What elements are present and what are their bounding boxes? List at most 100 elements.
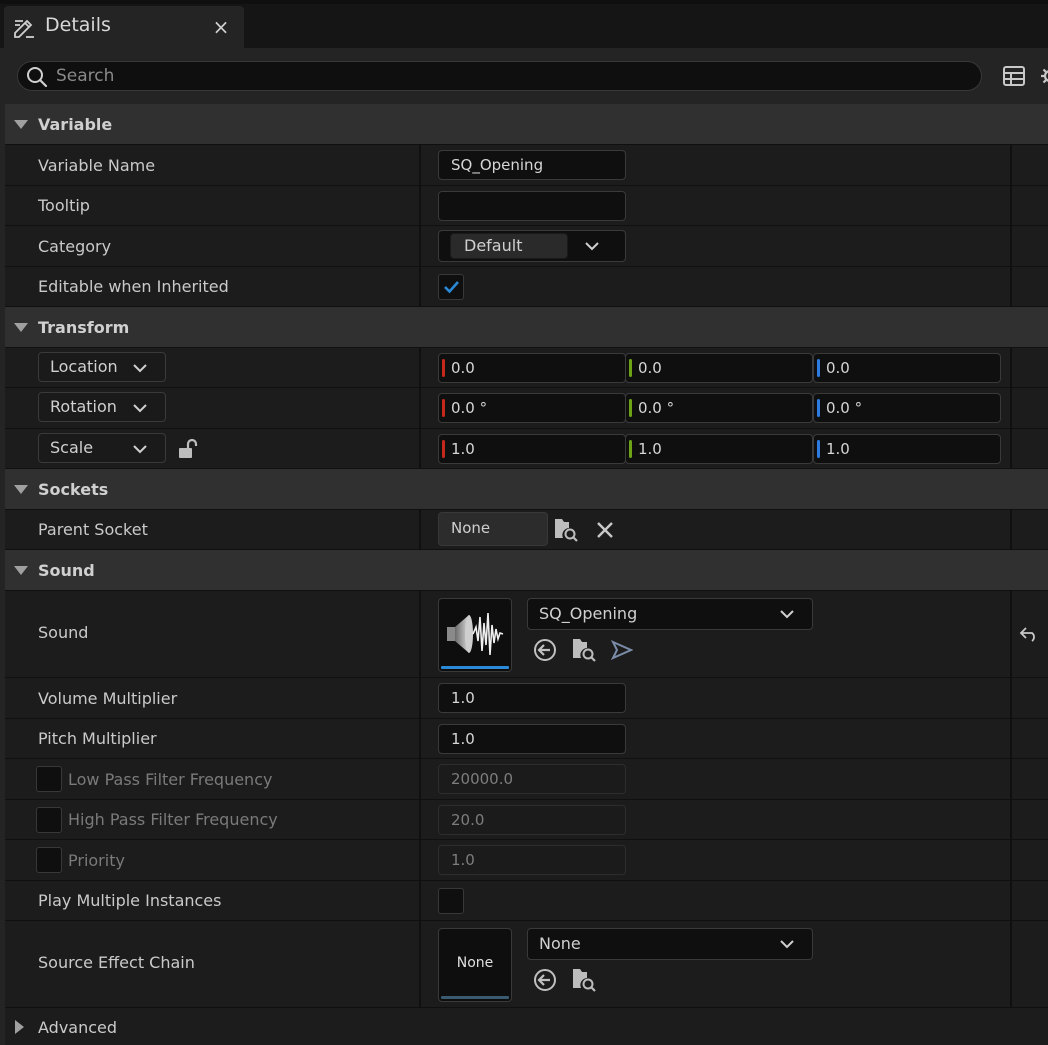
scale-y-field[interactable]: 1.0 (625, 434, 813, 464)
tooltip-field[interactable] (438, 191, 626, 221)
category-variable[interactable]: Variable (5, 104, 1048, 145)
high-pass-override-checkbox[interactable] (36, 807, 62, 833)
scale-mode-dropdown[interactable]: Scale (38, 433, 166, 463)
search-input[interactable] (56, 62, 956, 90)
row-parent-socket: Parent Socket None (5, 510, 1048, 550)
priority-override-checkbox[interactable] (36, 847, 62, 873)
property-label: Category (38, 237, 112, 256)
use-selected-arrow-icon[interactable] (533, 968, 557, 992)
sound-asset-dropdown[interactable]: SQ_Opening (527, 598, 813, 630)
category-sound[interactable]: Sound (5, 550, 1048, 591)
value-text: 0.0 ° (826, 399, 863, 417)
chevron-down-icon (133, 445, 147, 454)
x-axis-marker (442, 399, 445, 417)
scale-x-field[interactable]: 1.0 (438, 434, 626, 464)
property-label: Priority (68, 851, 125, 870)
category-value: Default (450, 233, 568, 259)
property-label: Variable Name (38, 156, 156, 175)
column-divider (1010, 800, 1012, 839)
x-axis-marker (442, 440, 445, 458)
value-text: 0.0 (826, 359, 850, 377)
property-label: Pitch Multiplier (38, 729, 157, 748)
effect-chain-dropdown[interactable]: None (527, 928, 813, 960)
unlock-icon[interactable] (177, 438, 199, 460)
rotation-x-field[interactable]: 0.0 ° (438, 393, 626, 423)
scale-z-field[interactable]: 1.0 (813, 434, 1001, 464)
details-tab[interactable]: Details × (4, 6, 244, 48)
play-multiple-instances-checkbox[interactable] (438, 888, 464, 914)
category-title: Sockets (38, 480, 109, 499)
column-divider (419, 186, 421, 225)
property-label: Tooltip (38, 196, 90, 215)
location-z-field[interactable]: 0.0 (813, 353, 1001, 383)
property-label: Parent Socket (38, 520, 148, 539)
parent-socket-button[interactable]: None (438, 512, 548, 546)
column-divider (419, 881, 421, 920)
column-divider (419, 267, 421, 306)
dropdown-label: Rotation (50, 397, 117, 416)
sound-thumbnail[interactable] (438, 598, 512, 672)
search-box[interactable] (17, 61, 982, 91)
category-transform[interactable]: Transform (5, 307, 1048, 348)
effect-chain-thumbnail[interactable]: None (438, 928, 512, 1002)
dropdown-label: Location (50, 357, 118, 376)
column-divider (1010, 388, 1012, 428)
rotation-mode-dropdown[interactable]: Rotation (38, 392, 166, 422)
row-volume-multiplier: Volume Multiplier 1.0 (5, 678, 1048, 719)
property-label: Volume Multiplier (38, 689, 178, 708)
column-divider (419, 145, 421, 185)
rotation-y-field[interactable]: 0.0 ° (625, 393, 813, 423)
location-mode-dropdown[interactable]: Location (38, 352, 166, 382)
category-dropdown[interactable]: Default (438, 230, 626, 262)
row-rotation: Rotation 0.0 ° 0.0 ° 0.0 ° (5, 388, 1048, 429)
value-text: 0.0 ° (638, 399, 675, 417)
checkmark-icon (444, 281, 459, 294)
category-title: Transform (38, 318, 130, 337)
thumbnail-label: None (456, 955, 494, 971)
y-axis-marker (629, 399, 632, 417)
row-play-multiple-instances: Play Multiple Instances (5, 881, 1048, 921)
tab-title: Details (45, 14, 111, 36)
column-divider (1010, 510, 1012, 549)
clear-icon[interactable] (595, 520, 615, 540)
asset-name: None (539, 934, 581, 953)
asset-name: SQ_Opening (539, 604, 638, 623)
close-icon[interactable]: × (210, 16, 232, 38)
value-text: 1.0 (826, 440, 850, 458)
variable-name-field[interactable]: SQ_Opening (438, 150, 626, 180)
reset-to-default-icon[interactable] (1019, 626, 1039, 642)
advanced-section[interactable]: Advanced (5, 1008, 1048, 1045)
z-axis-marker (817, 440, 820, 458)
collapse-arrow-icon (14, 485, 28, 494)
low-pass-override-checkbox[interactable] (36, 766, 62, 792)
browse-folder-icon[interactable] (553, 516, 579, 542)
property-label: Source Effect Chain (38, 953, 195, 972)
chevron-down-icon (585, 242, 599, 251)
column-divider (419, 759, 421, 799)
low-pass-frequency-field: 20000.0 (438, 764, 626, 794)
pitch-multiplier-field[interactable]: 1.0 (438, 724, 626, 754)
x-axis-marker (442, 359, 445, 377)
rotation-z-field[interactable]: 0.0 ° (813, 393, 1001, 423)
property-label: Editable when Inherited (38, 277, 229, 296)
browse-folder-icon[interactable] (571, 636, 597, 662)
play-icon[interactable] (611, 640, 633, 660)
dropdown-label: Scale (50, 438, 94, 457)
collapse-arrow-icon (14, 323, 28, 332)
column-divider (419, 591, 421, 677)
location-x-field[interactable]: 0.0 (438, 353, 626, 383)
chevron-down-icon (780, 940, 794, 949)
column-divider (1010, 881, 1012, 920)
gear-icon[interactable] (1038, 64, 1048, 88)
column-divider (1010, 678, 1012, 718)
use-selected-arrow-icon[interactable] (533, 638, 557, 662)
browse-folder-icon[interactable] (571, 966, 597, 992)
volume-multiplier-field[interactable]: 1.0 (438, 683, 626, 713)
category-sockets[interactable]: Sockets (5, 469, 1048, 510)
location-y-field[interactable]: 0.0 (625, 353, 813, 383)
column-divider (1010, 429, 1012, 468)
table-view-icon[interactable] (1002, 64, 1026, 88)
editable-inherited-checkbox[interactable] (438, 274, 464, 300)
row-scale: Scale 1.0 1.0 1.0 (5, 429, 1048, 469)
expand-arrow-icon (15, 1020, 24, 1034)
